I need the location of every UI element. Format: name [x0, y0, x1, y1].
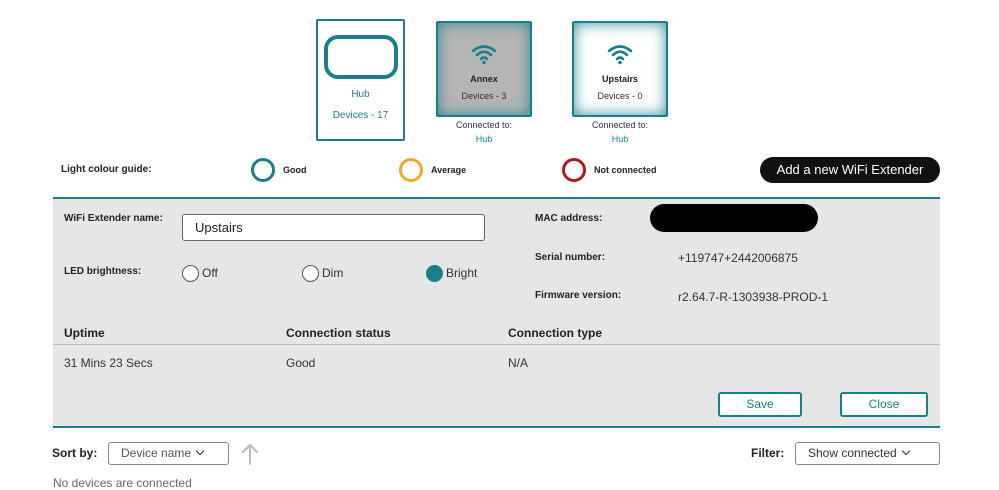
filter-value: Show connected — [808, 446, 897, 460]
connection-status-value: Good — [286, 356, 316, 370]
led-bright-label: Bright — [446, 266, 478, 280]
add-wifi-extender-button[interactable]: Add a new WiFi Extender — [760, 157, 940, 183]
table-divider — [53, 344, 940, 345]
extender-name: Annex — [470, 74, 498, 84]
connected-to-label: Connected to: — [455, 120, 513, 130]
serial-number-value: +119747+2442006875 — [678, 251, 798, 265]
sort-by-value: Device name — [121, 446, 192, 460]
extender-name: Upstairs — [601, 74, 638, 84]
wifi-icon — [607, 45, 633, 65]
sort-by-label: Sort by: — [52, 446, 98, 460]
chevron-down-icon — [901, 446, 910, 456]
save-button[interactable]: Save — [718, 392, 802, 417]
extender-name-input[interactable]: Upstairs — [182, 214, 485, 241]
connected-to-link[interactable]: Hub — [429, 134, 539, 144]
hub-card[interactable]: Hub Devices - 17 — [316, 19, 405, 141]
connection-type-value: N/A — [508, 356, 529, 370]
led-dim-label: Dim — [322, 266, 344, 280]
chevron-down-icon — [195, 446, 205, 456]
close-button[interactable]: Close — [840, 392, 928, 417]
guide-average-text: Average — [431, 165, 467, 175]
guide-good-text: Good — [283, 165, 307, 175]
uptime-value: 31 Mins 23 Secs — [64, 356, 153, 370]
extender-name-label: WiFi Extender name: — [64, 213, 163, 224]
extender-details-panel: WiFi Extender name: Upstairs LED brightn… — [53, 197, 940, 428]
extender-card-annex[interactable]: Annex Devices - 3 — [436, 21, 532, 117]
good-ring-icon — [251, 158, 275, 182]
arrow-up-icon[interactable] — [241, 443, 259, 465]
mac-address-redacted — [650, 204, 818, 232]
hub-device-count: Devices - 17 — [332, 110, 389, 121]
extender-device-count: Devices - 3 — [461, 91, 507, 101]
wifi-icon — [471, 45, 497, 65]
average-ring-icon — [399, 158, 423, 182]
filter-label: Filter: — [751, 446, 785, 460]
serial-number-label: Serial number: — [535, 252, 606, 263]
column-connection-status: Connection status — [286, 326, 391, 340]
column-connection-type: Connection type — [508, 326, 603, 340]
empty-devices-message: No devices are connected — [53, 476, 192, 490]
firmware-version-value: r2.64.7-R-1303938-PROD-1 — [678, 290, 829, 304]
led-off-radio[interactable] — [182, 265, 199, 282]
sort-by-select[interactable]: Device name — [108, 442, 229, 465]
led-dim-radio[interactable] — [302, 265, 319, 282]
led-bright-radio[interactable] — [426, 265, 443, 282]
annex-connected-info: Connected to: Hub — [429, 120, 539, 144]
extender-device-count: Devices - 0 — [597, 91, 643, 101]
led-brightness-label: LED brightness: — [64, 266, 142, 277]
light-colour-guide-label: Light colour guide: — [61, 164, 152, 175]
guide-not-connected-text: Not connected — [594, 165, 657, 175]
upstairs-connected-info: Connected to: Hub — [565, 120, 675, 144]
connected-to-label: Connected to: — [591, 120, 649, 130]
led-off-label: Off — [202, 266, 218, 280]
not-connected-ring-icon — [562, 158, 586, 182]
column-uptime: Uptime — [64, 326, 105, 340]
firmware-version-label: Firmware version: — [535, 290, 622, 301]
connected-to-link[interactable]: Hub — [565, 134, 675, 144]
filter-select[interactable]: Show connected — [795, 442, 940, 465]
extender-card-upstairs[interactable]: Upstairs Devices - 0 — [572, 21, 668, 117]
hub-icon — [323, 35, 398, 79]
mac-address-label: MAC address: — [535, 213, 603, 224]
hub-name: Hub — [351, 89, 370, 100]
